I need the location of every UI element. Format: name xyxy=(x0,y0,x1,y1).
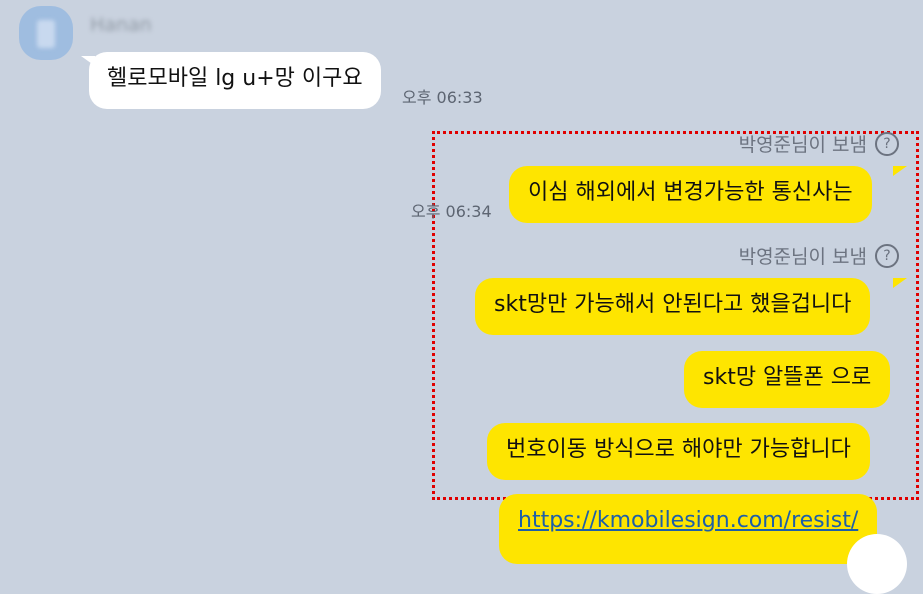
outgoing-message-bubble[interactable]: skt망 알뜰폰 으로 xyxy=(684,351,891,408)
sent-by-label: 박영준님이 보냄 ? xyxy=(739,242,899,269)
scroll-to-bottom-button[interactable] xyxy=(847,534,907,594)
outgoing-bubble-tail xyxy=(893,278,907,288)
avatar-person-icon xyxy=(37,20,55,48)
incoming-message-time: 오후 06:33 xyxy=(402,88,483,107)
message-link[interactable]: https://kmobilesign.com/resist/ xyxy=(518,508,858,533)
sender-name: Hanan xyxy=(90,14,152,36)
sent-by-text: 박영준님이 보냄 xyxy=(738,246,867,268)
incoming-message-bubble[interactable]: 헬로모바일 lg u+망 이구요 xyxy=(89,52,381,109)
outgoing-link-bubble[interactable]: https://kmobilesign.com/resist/ xyxy=(499,494,878,564)
sender-avatar[interactable] xyxy=(19,6,73,60)
sent-by-text: 박영준님이 보냄 xyxy=(738,134,867,156)
outgoing-bubble-tail xyxy=(893,166,907,176)
sent-by-label: 박영준님이 보냄 ? xyxy=(739,130,899,157)
outgoing-message-bubble[interactable]: 이심 해외에서 변경가능한 통신사는 xyxy=(509,166,872,223)
help-icon[interactable]: ? xyxy=(875,243,899,268)
help-icon[interactable]: ? xyxy=(875,131,899,156)
outgoing-message-bubble[interactable]: skt망만 가능해서 안된다고 했을겁니다 xyxy=(475,278,871,335)
outgoing-message-time: 오후 06:34 xyxy=(411,202,492,221)
outgoing-message-bubble[interactable]: 번호이동 방식으로 해야만 가능합니다 xyxy=(487,423,870,480)
